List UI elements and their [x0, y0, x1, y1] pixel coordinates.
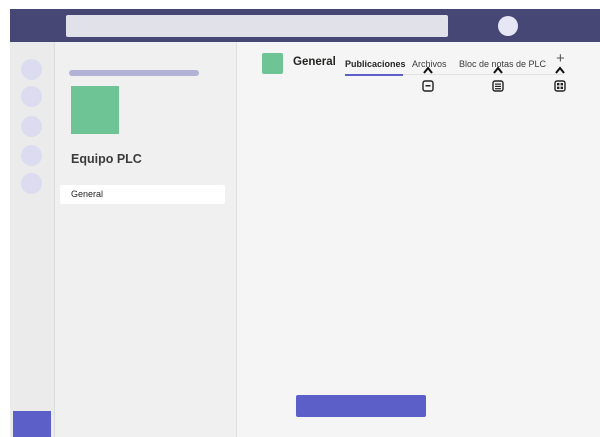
channel-item-label: General — [71, 189, 104, 199]
rail-item-calls[interactable] — [21, 173, 42, 194]
apps-icon[interactable] — [554, 80, 566, 92]
user-avatar[interactable] — [498, 16, 518, 36]
chevron-up-icon — [423, 66, 433, 74]
app-rail — [10, 42, 55, 437]
search-input[interactable] — [66, 15, 448, 37]
rail-item-activity[interactable] — [21, 59, 42, 80]
rail-item-teams[interactable] — [21, 116, 42, 137]
channel-logo — [262, 53, 283, 74]
chevron-up-icon — [493, 66, 503, 74]
teams-panel: Equipo PLC General — [55, 42, 237, 437]
back-to-teams-bar[interactable] — [69, 70, 199, 76]
channel-title: General — [293, 56, 336, 68]
notebook-icon[interactable] — [492, 80, 504, 92]
tab-divider — [403, 74, 563, 75]
channel-main: General Publicaciones Archivos Bloc de n… — [237, 42, 600, 437]
add-tab-button[interactable]: + — [556, 51, 565, 66]
teams-app-window: Equipo PLC General General Publicaciones… — [10, 9, 600, 437]
team-name: Equipo PLC — [71, 152, 142, 166]
active-tab-indicator — [345, 74, 403, 76]
team-logo — [71, 86, 119, 134]
new-conversation-button[interactable] — [296, 395, 426, 417]
tab-publicaciones[interactable]: Publicaciones — [345, 59, 406, 69]
file-icon[interactable] — [422, 80, 434, 92]
rail-item-help[interactable] — [13, 411, 51, 437]
chevron-up-icon — [555, 66, 565, 74]
rail-item-chat[interactable] — [21, 86, 42, 107]
channel-item-general[interactable]: General — [60, 185, 225, 204]
rail-item-calendar[interactable] — [21, 145, 42, 166]
app-bar — [10, 9, 600, 42]
